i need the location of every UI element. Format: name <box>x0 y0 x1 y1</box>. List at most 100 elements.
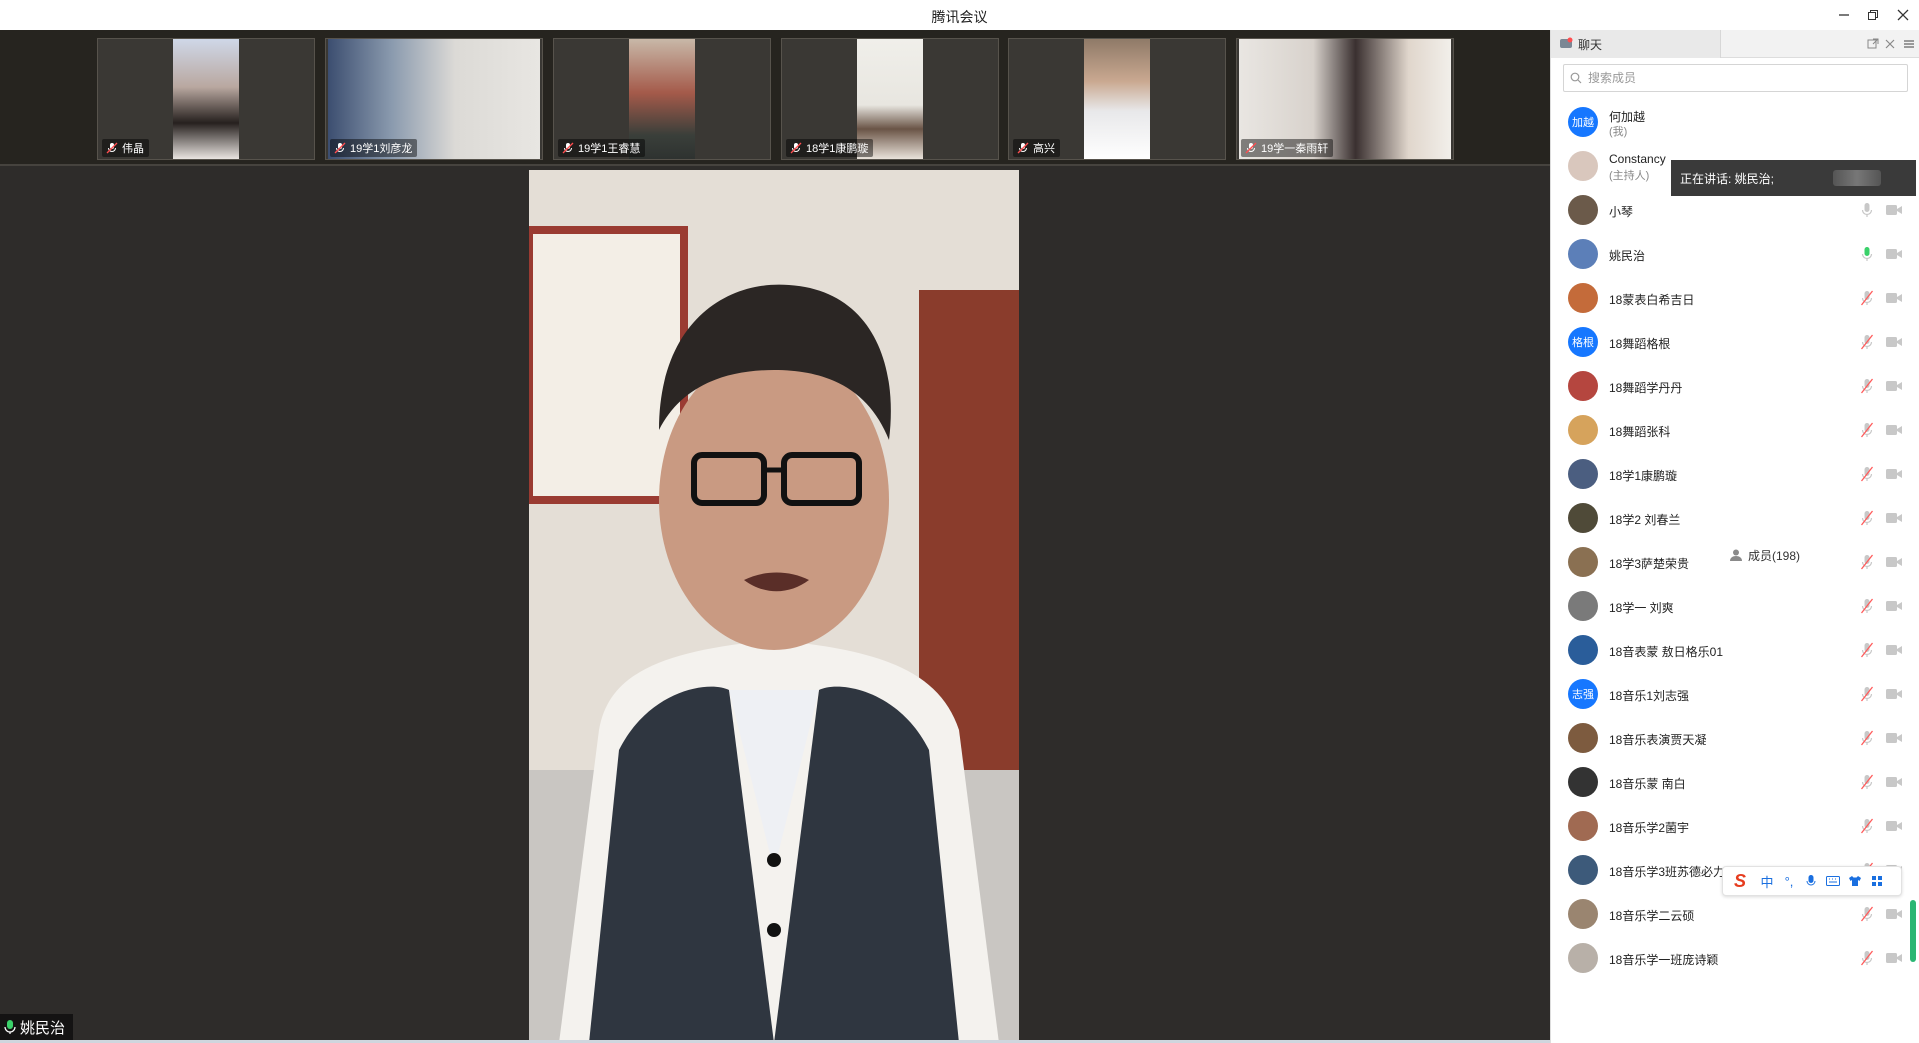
mic-muted-icon[interactable] <box>1860 422 1874 438</box>
member-name: 18音乐蒙 南白 <box>1609 777 1686 791</box>
camera-off-icon[interactable] <box>1885 203 1903 217</box>
camera-off-icon[interactable] <box>1885 555 1903 569</box>
video-thumbnail[interactable]: 19学1刘彦龙 <box>325 38 543 160</box>
member-row[interactable]: 18学1康鹏璇 <box>1551 452 1919 496</box>
avatar <box>1568 195 1598 225</box>
participant-video <box>1084 39 1150 159</box>
member-row[interactable]: 18蒙表白希吉日 <box>1551 276 1919 320</box>
speaking-tooltip-text: 正在讲话: 姚民治; <box>1680 171 1775 186</box>
member-name: 18音表蒙 敖日格乐01 <box>1609 645 1724 659</box>
restore-button[interactable] <box>1860 4 1886 26</box>
mic-muted-icon[interactable] <box>1860 334 1874 350</box>
camera-off-icon[interactable] <box>1885 379 1903 393</box>
member-row[interactable]: 18学2 刘春兰 <box>1551 496 1919 540</box>
member-search[interactable] <box>1563 64 1908 92</box>
camera-off-icon[interactable] <box>1885 247 1903 261</box>
mic-muted-icon[interactable] <box>1860 818 1874 834</box>
mic-muted-icon[interactable] <box>1860 730 1874 746</box>
speaking-tooltip: 正在讲话: 姚民治; <box>1671 160 1916 196</box>
video-thumbnail[interactable]: 18学1康鹏璇 <box>781 38 999 160</box>
member-row[interactable]: 18舞蹈学丹丹 <box>1551 364 1919 408</box>
member-name: 18音乐1刘志强 <box>1609 689 1690 703</box>
camera-off-icon[interactable] <box>1885 907 1903 921</box>
keyboard-icon[interactable] <box>1825 873 1841 889</box>
member-list-scrollbar[interactable] <box>1910 900 1916 962</box>
camera-off-icon[interactable] <box>1885 467 1903 481</box>
mic-muted-icon[interactable] <box>1860 554 1874 570</box>
camera-off-icon[interactable] <box>1885 951 1903 965</box>
mic-muted-icon[interactable] <box>1860 510 1874 526</box>
member-name: 18音乐学二云硕 <box>1609 909 1695 923</box>
mic-muted-icon[interactable] <box>1860 290 1874 306</box>
video-thumbnail[interactable]: 伟晶 <box>97 38 315 160</box>
mic-muted-icon[interactable] <box>1860 950 1874 966</box>
thumbnail-name: 高兴 <box>1033 143 1055 155</box>
member-row[interactable]: 18音乐学2菌宇 <box>1551 804 1919 848</box>
member-row[interactable]: 18学一 刘爽 <box>1551 584 1919 628</box>
popout-button[interactable] <box>1866 37 1880 51</box>
member-name: 18音乐学一班庞诗颖 <box>1609 953 1719 967</box>
search-input[interactable] <box>1588 71 1888 85</box>
member-name: 姚民治 <box>1609 249 1646 263</box>
member-row[interactable]: 格根 18舞蹈格根 <box>1551 320 1919 364</box>
mic-speaking-icon[interactable] <box>1860 246 1874 262</box>
camera-off-icon[interactable] <box>1885 643 1903 657</box>
member-row[interactable]: 18音表蒙 敖日格乐01 <box>1551 628 1919 672</box>
member-row[interactable]: 志强 18音乐1刘志强 <box>1551 672 1919 716</box>
member-role: (主持人) <box>1609 170 1650 182</box>
member-name: Constancy <box>1609 152 1666 166</box>
camera-off-icon[interactable] <box>1885 731 1903 745</box>
tab-chat[interactable]: 聊天 <box>1551 30 1721 58</box>
ime-mode-toggle[interactable]: 中 <box>1759 873 1775 890</box>
member-name: 小琴 <box>1609 205 1634 219</box>
member-row[interactable]: 18音乐学二云硕 <box>1551 892 1919 936</box>
member-row[interactable]: 18学3萨楚荣贵 <box>1551 540 1919 584</box>
member-row[interactable]: 18音乐学一班庞诗颖 <box>1551 936 1919 980</box>
camera-off-icon[interactable] <box>1885 511 1903 525</box>
mic-muted-icon[interactable] <box>1860 378 1874 394</box>
sogou-logo-icon[interactable]: S <box>1727 869 1753 893</box>
mic-muted-icon[interactable] <box>1860 598 1874 614</box>
member-row[interactable]: 18音乐表演贾天凝 <box>1551 716 1919 760</box>
avatar-text: 志强 <box>1572 689 1594 701</box>
camera-off-icon[interactable] <box>1885 819 1903 833</box>
ime-punct-toggle[interactable]: °, <box>1781 873 1797 889</box>
panel-tabs: 聊天 成员(198) <box>1551 30 1919 1010</box>
camera-off-icon[interactable] <box>1885 335 1903 349</box>
panel-menu-button[interactable] <box>1902 37 1916 51</box>
member-row[interactable]: 加越 何加越 (我) <box>1551 100 1919 144</box>
member-row[interactable]: 18舞蹈张科 <box>1551 408 1919 452</box>
participant-video <box>173 39 239 159</box>
toolbox-icon[interactable] <box>1869 873 1885 889</box>
camera-off-icon[interactable] <box>1885 423 1903 437</box>
video-thumbnail[interactable]: 高兴 <box>1008 38 1226 160</box>
mic-muted-icon[interactable] <box>1860 466 1874 482</box>
mic-muted-icon[interactable] <box>1860 906 1874 922</box>
avatar <box>1568 371 1598 401</box>
ime-toolbar: S 中 °, <box>1722 866 1902 896</box>
avatar <box>1568 767 1598 797</box>
minimize-button[interactable] <box>1831 4 1857 26</box>
camera-off-icon[interactable] <box>1885 599 1903 613</box>
thumbnail-name: 18学1康鹏璇 <box>806 143 869 155</box>
member-row[interactable]: 姚民治 <box>1551 232 1919 276</box>
mic-muted-icon[interactable] <box>1860 774 1874 790</box>
avatar: 志强 <box>1568 679 1598 709</box>
avatar <box>1568 459 1598 489</box>
avatar: 加越 <box>1568 107 1598 137</box>
camera-off-icon[interactable] <box>1885 687 1903 701</box>
close-panel-button[interactable] <box>1883 37 1897 51</box>
video-thumbnail[interactable]: 19学一秦雨轩 <box>1236 38 1454 160</box>
mic-muted-icon[interactable] <box>1860 642 1874 658</box>
close-button[interactable] <box>1890 4 1916 26</box>
mic-muted-icon[interactable] <box>1860 686 1874 702</box>
voice-input-icon[interactable] <box>1803 873 1819 889</box>
chat-icon <box>1560 37 1573 48</box>
member-row[interactable]: 18音乐蒙 南白 <box>1551 760 1919 804</box>
camera-off-icon[interactable] <box>1885 775 1903 789</box>
video-thumbnail[interactable]: 19学1王睿慧 <box>553 38 771 160</box>
skin-icon[interactable] <box>1847 873 1863 889</box>
main-speaker-video[interactable] <box>529 170 1019 1043</box>
mic-icon[interactable] <box>1860 202 1874 218</box>
camera-off-icon[interactable] <box>1885 291 1903 305</box>
